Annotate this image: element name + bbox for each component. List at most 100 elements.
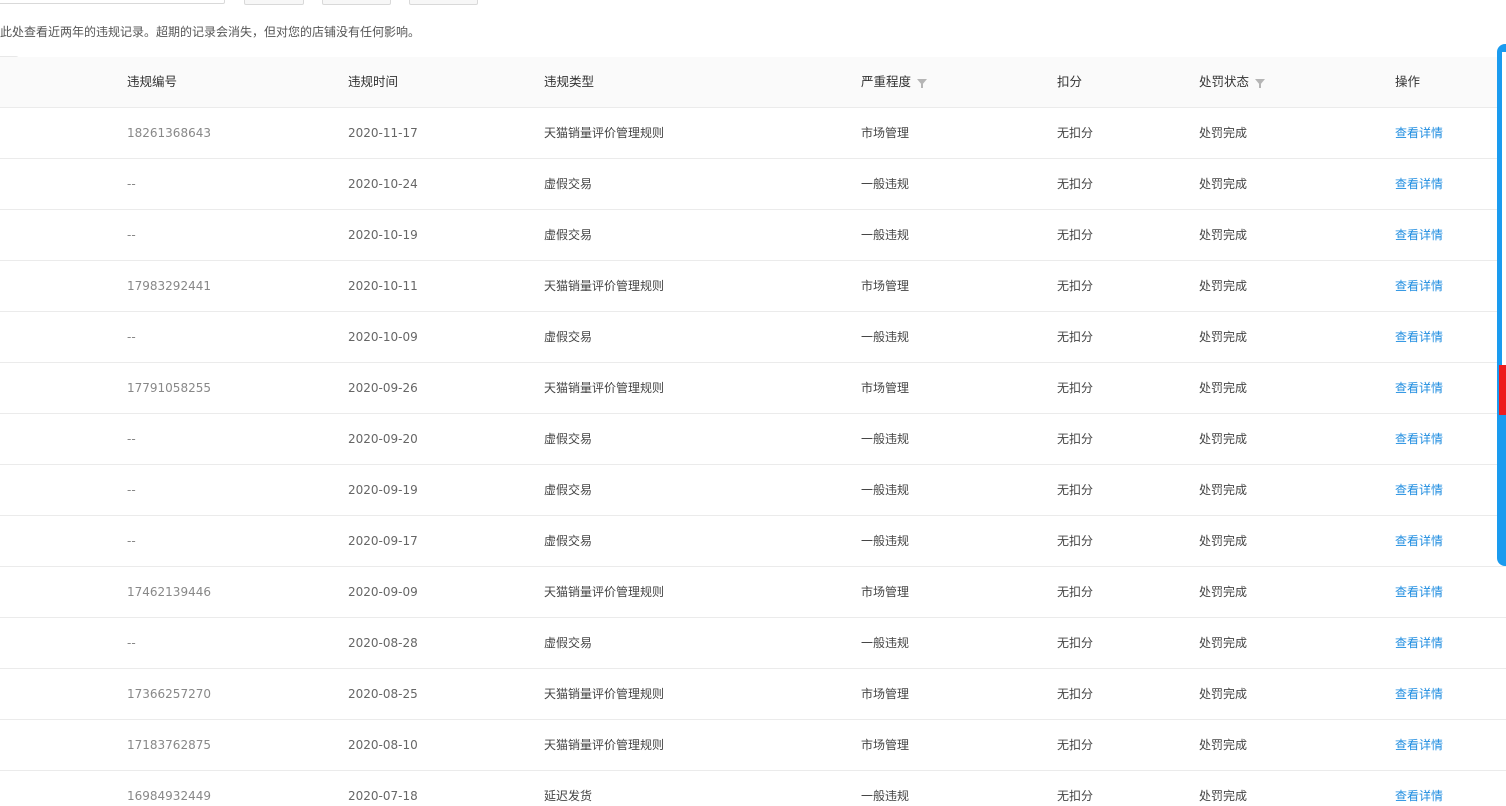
header-status-label: 处罚状态 [1199, 74, 1250, 89]
row-time: 2020-10-09 [348, 330, 418, 344]
row-status: 处罚完成 [1199, 330, 1248, 344]
view-details-link[interactable]: 查看详情 [1395, 210, 1443, 260]
row-type: 延迟发货 [544, 789, 593, 803]
floating-side-bar-blue-tab[interactable] [1499, 415, 1506, 563]
view-details-link[interactable]: 查看详情 [1395, 669, 1443, 719]
view-details-link[interactable]: 查看详情 [1395, 108, 1443, 158]
row-severity: 市场管理 [861, 126, 910, 140]
toolbar-button-3[interactable] [409, 0, 478, 5]
row-points: 无扣分 [1057, 330, 1094, 344]
toolbar-button-1[interactable] [244, 0, 304, 5]
search-input[interactable] [0, 0, 225, 4]
row-time: 2020-10-19 [348, 228, 418, 242]
row-id: -- [127, 228, 136, 242]
floating-side-bar-red-tab[interactable] [1499, 365, 1506, 415]
row-id: 16984932449 [127, 789, 211, 803]
row-type: 天猫销量评价管理规则 [544, 381, 665, 395]
table-row: 17462139446 2020-09-09 天猫销量评价管理规则 市场管理 无扣分 处罚… [0, 567, 1506, 618]
row-time: 2020-09-19 [348, 483, 418, 497]
row-id: 17462139446 [127, 585, 211, 599]
header-type: 违规类型 [544, 74, 595, 89]
row-severity: 一般违规 [861, 177, 910, 191]
view-details-link[interactable]: 查看详情 [1395, 720, 1443, 770]
row-points: 无扣分 [1057, 126, 1094, 140]
table-row: 18261368643 2020-11-17 天猫销量评价管理规则 市场管理 无扣分 处罚… [0, 108, 1506, 159]
row-id: -- [127, 636, 136, 650]
view-details-link[interactable]: 查看详情 [1395, 159, 1443, 209]
row-status: 处罚完成 [1199, 279, 1248, 293]
view-details-link[interactable]: 查看详情 [1395, 414, 1443, 464]
header-severity: 严重程度 [861, 57, 928, 107]
row-points: 无扣分 [1057, 279, 1094, 293]
row-id: 18261368643 [127, 126, 211, 140]
row-points: 无扣分 [1057, 381, 1094, 395]
table-row: 17983292441 2020-10-11 天猫销量评价管理规则 市场管理 无扣分 处罚… [0, 261, 1506, 312]
view-details-link[interactable]: 查看详情 [1395, 261, 1443, 311]
view-details-link[interactable]: 查看详情 [1395, 771, 1443, 806]
row-points: 无扣分 [1057, 177, 1094, 191]
row-id: -- [127, 177, 136, 191]
row-id: 17983292441 [127, 279, 211, 293]
row-points: 无扣分 [1057, 585, 1094, 599]
row-time: 2020-07-18 [348, 789, 418, 803]
row-severity: 一般违规 [861, 228, 910, 242]
row-severity: 市场管理 [861, 687, 910, 701]
view-details-link[interactable]: 查看详情 [1395, 567, 1443, 617]
view-details-link[interactable]: 查看详情 [1395, 516, 1443, 566]
row-severity: 一般违规 [861, 330, 910, 344]
row-status: 处罚完成 [1199, 789, 1248, 803]
view-details-link[interactable]: 查看详情 [1395, 312, 1443, 362]
table-row: 17183762875 2020-08-10 天猫销量评价管理规则 市场管理 无扣分 处罚… [0, 720, 1506, 771]
row-type: 虚假交易 [544, 177, 593, 191]
header-id: 违规编号 [127, 74, 178, 89]
toolbar-button-2[interactable] [322, 0, 391, 5]
header-operation: 操作 [1395, 74, 1421, 89]
table-row: 17791058255 2020-09-26 天猫销量评价管理规则 市场管理 无扣分 处罚… [0, 363, 1506, 414]
row-id: -- [127, 534, 136, 548]
row-id: 17791058255 [127, 381, 211, 395]
row-severity: 市场管理 [861, 738, 910, 752]
row-severity: 一般违规 [861, 432, 910, 446]
severity-filter-icon[interactable] [917, 78, 928, 88]
row-severity: 市场管理 [861, 585, 910, 599]
view-details-link[interactable]: 查看详情 [1395, 363, 1443, 413]
row-severity: 一般违规 [861, 483, 910, 497]
row-time: 2020-11-17 [348, 126, 418, 140]
row-type: 虚假交易 [544, 432, 593, 446]
row-id: -- [127, 432, 136, 446]
status-filter-icon[interactable] [1255, 78, 1266, 88]
row-type: 虚假交易 [544, 636, 593, 650]
table-row: -- 2020-09-20 虚假交易 一般违规 无扣分 处罚完成 查看详情 [0, 414, 1506, 465]
view-details-link[interactable]: 查看详情 [1395, 465, 1443, 515]
row-severity: 一般违规 [861, 636, 910, 650]
row-time: 2020-08-28 [348, 636, 418, 650]
row-time: 2020-10-24 [348, 177, 418, 191]
row-points: 无扣分 [1057, 738, 1094, 752]
row-time: 2020-08-25 [348, 687, 418, 701]
row-status: 处罚完成 [1199, 432, 1248, 446]
row-status: 处罚完成 [1199, 738, 1248, 752]
row-type: 天猫销量评价管理规则 [544, 738, 665, 752]
row-id: 17183762875 [127, 738, 211, 752]
row-time: 2020-08-10 [348, 738, 418, 752]
row-points: 无扣分 [1057, 534, 1094, 548]
row-severity: 一般违规 [861, 789, 910, 803]
row-time: 2020-09-26 [348, 381, 418, 395]
table-row: -- 2020-09-17 虚假交易 一般违规 无扣分 处罚完成 查看详情 [0, 516, 1506, 567]
header-points: 扣分 [1057, 74, 1083, 89]
row-points: 无扣分 [1057, 228, 1094, 242]
row-time: 2020-09-17 [348, 534, 418, 548]
row-severity: 市场管理 [861, 381, 910, 395]
row-type: 虚假交易 [544, 330, 593, 344]
row-points: 无扣分 [1057, 483, 1094, 497]
row-status: 处罚完成 [1199, 126, 1248, 140]
table-row: 16984932449 2020-07-18 延迟发货 一般违规 无扣分 处罚完成 查看详情 [0, 771, 1506, 806]
row-severity: 市场管理 [861, 279, 910, 293]
table-row: -- 2020-10-09 虚假交易 一般违规 无扣分 处罚完成 查看详情 [0, 312, 1506, 363]
records-notice: 此处查看近两年的违规记录。超期的记录会消失，但对您的店铺没有任何影响。 [0, 25, 421, 39]
view-details-link[interactable]: 查看详情 [1395, 618, 1443, 668]
row-status: 处罚完成 [1199, 687, 1248, 701]
header-status: 处罚状态 [1199, 57, 1266, 107]
header-time: 违规时间 [348, 74, 399, 89]
table-body: 18261368643 2020-11-17 天猫销量评价管理规则 市场管理 无扣分 处罚… [0, 108, 1506, 806]
